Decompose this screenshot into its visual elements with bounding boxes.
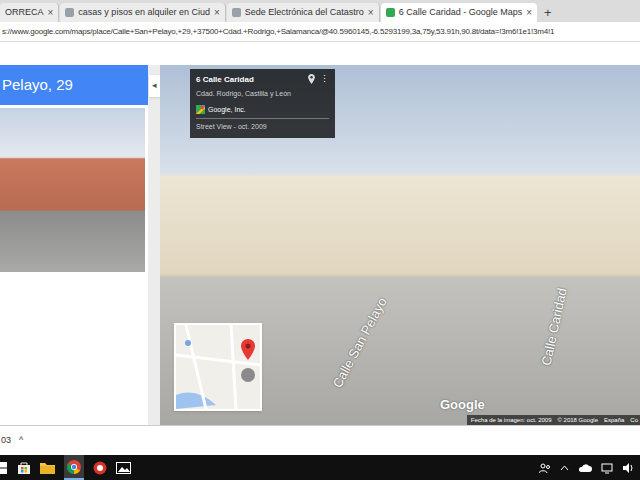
chrome-taskbar-button[interactable] <box>64 455 84 480</box>
download-item[interactable]: 03 <box>1 434 11 448</box>
place-photo[interactable] <box>0 108 145 272</box>
collapse-column: ◂ <box>148 65 160 425</box>
image-footer: Fecha de la imagen: oct. 2009 © 2018 Goo… <box>467 415 640 425</box>
card-divider <box>196 118 329 119</box>
tray-chevron-icon[interactable] <box>560 465 569 471</box>
people-icon[interactable] <box>539 462 551 474</box>
footer-text: © 2018 Google <box>558 416 598 425</box>
info-card: 6 Calle Caridad ⋮ Cdad. Rodrigo, Castill… <box>190 69 335 138</box>
browser-tab[interactable]: ORRECA × <box>0 3 59 22</box>
download-shelf: 03 ^ <box>0 425 640 455</box>
minimap-icon <box>176 325 260 409</box>
card-menu[interactable]: ⋮ <box>320 75 329 84</box>
place-title: Pelayo, 29 <box>2 74 73 97</box>
cloud-icon[interactable] <box>578 463 592 473</box>
store-icon[interactable] <box>17 461 31 475</box>
favicon-icon <box>65 8 74 17</box>
tab-strip: ORRECA×casas y pisos en alquiler en Ciud… <box>0 0 640 22</box>
address-bar[interactable]: s://www.google.com/maps/place/Calle+San+… <box>0 22 640 42</box>
folder-icon[interactable] <box>40 461 55 474</box>
speaker-icon[interactable] <box>622 462 634 474</box>
google-maps-icon <box>196 105 205 114</box>
footer-text[interactable]: Co <box>630 416 638 425</box>
street-label[interactable]: Calle Caridad <box>537 286 572 367</box>
minimap[interactable] <box>174 323 262 411</box>
tab-label[interactable]: casas y pisos en alquiler en Ciud <box>78 6 210 20</box>
tab-close-button[interactable]: × <box>214 8 220 18</box>
card-date: Street View - oct. 2009 <box>196 122 329 133</box>
tab-close-button[interactable]: × <box>368 8 374 18</box>
taskbar <box>0 455 640 480</box>
download-menu-button[interactable]: ^ <box>19 434 23 448</box>
url-text[interactable]: s://www.google.com/maps/place/Calle+San+… <box>0 26 554 38</box>
browser-window: ORRECA×casas y pisos en alquiler en Ciud… <box>0 0 640 480</box>
favicon-icon <box>386 8 395 17</box>
tab-label[interactable]: ORRECA <box>5 6 44 20</box>
chrome-icon <box>67 460 81 474</box>
tab-close-button[interactable]: × <box>48 8 54 18</box>
photos-icon[interactable] <box>116 462 131 474</box>
place-header: Pelayo, 29 <box>0 65 148 105</box>
app-icon[interactable] <box>93 461 107 475</box>
google-watermark: Google <box>440 395 485 415</box>
card-subtitle: Cdad. Rodrigo, Castilla y León <box>196 89 329 100</box>
maps-view: Pelayo, 29 ◂ 6 Calle Caridad ⋮ Cdad. Rod… <box>0 65 640 425</box>
card-source: Google, Inc. <box>208 105 246 116</box>
side-panel: Pelayo, 29 <box>0 65 148 425</box>
footer-text[interactable]: España <box>604 416 624 425</box>
card-title: 6 Calle Caridad <box>196 74 254 86</box>
browser-tab[interactable]: 6 Calle Caridad - Google Maps× <box>381 3 537 22</box>
tab-close-button[interactable]: × <box>526 8 532 18</box>
street-label[interactable]: Calle San Pelayo <box>328 294 392 391</box>
network-icon[interactable] <box>601 462 613 474</box>
tab-label[interactable]: Sede Electrónica del Catastro <box>245 6 364 20</box>
footer-text: Fecha de la imagen: oct. 2009 <box>471 416 552 425</box>
street-view-photo[interactable]: 6 Calle Caridad ⋮ Cdad. Rodrigo, Castill… <box>160 65 640 425</box>
favicon-icon <box>232 8 241 17</box>
browser-tab[interactable]: casas y pisos en alquiler en Ciud × <box>60 3 225 22</box>
collapse-button[interactable]: ◂ <box>149 75 160 97</box>
browser-tab[interactable]: Sede Electrónica del Catastro × <box>227 3 380 22</box>
tab-label[interactable]: 6 Calle Caridad - Google Maps <box>399 6 523 20</box>
page-top-space <box>0 42 640 65</box>
pin-icon[interactable] <box>307 74 316 84</box>
new-tab-button[interactable]: + <box>544 6 552 19</box>
windows-icon[interactable] <box>0 462 8 474</box>
